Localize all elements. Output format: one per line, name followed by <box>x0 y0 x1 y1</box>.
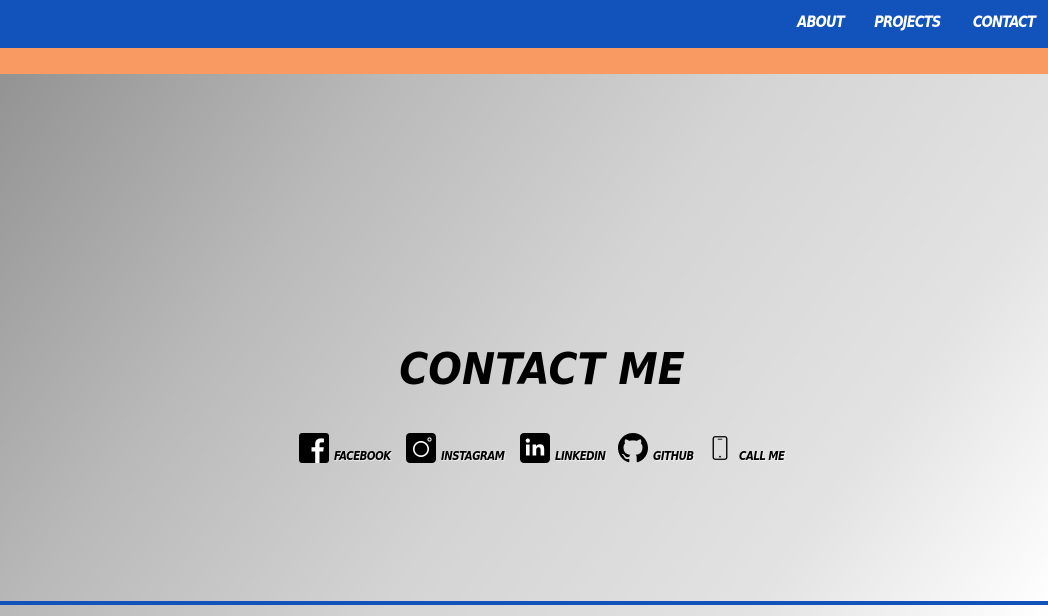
footer-line <box>0 601 1048 605</box>
facebook-icon <box>299 433 329 463</box>
contact-heading: Contact Me <box>399 344 685 395</box>
facebook-link[interactable]: Facebook <box>298 430 401 464</box>
nav-projects-link[interactable]: Projects <box>870 12 946 31</box>
linkedin-link[interactable]: LinkedIn <box>519 430 614 464</box>
top-navbar: About Projects Contact <box>0 0 1048 48</box>
linkedin-label: LinkedIn <box>555 449 606 463</box>
github-link[interactable]: GitHub <box>617 430 701 464</box>
call-me-label: Call Me <box>739 449 785 463</box>
nav-contact-link[interactable]: Contact <box>968 12 1040 31</box>
instagram-link[interactable]: Instagram <box>405 430 516 464</box>
call-me-link[interactable]: Call Me <box>711 430 793 464</box>
main-nav: About Projects Contact <box>786 0 1048 42</box>
facebook-label: Facebook <box>334 449 391 463</box>
social-links: Facebook Instagram LinkedIn GitHub Call <box>0 430 1048 466</box>
linkedin-icon <box>520 433 550 463</box>
instagram-icon <box>406 433 436 463</box>
github-icon <box>618 433 648 463</box>
accent-stripe <box>0 48 1048 74</box>
phone-icon <box>712 436 728 460</box>
nav-about-link[interactable]: About <box>792 12 849 31</box>
github-label: GitHub <box>653 449 694 463</box>
instagram-label: Instagram <box>441 449 505 463</box>
